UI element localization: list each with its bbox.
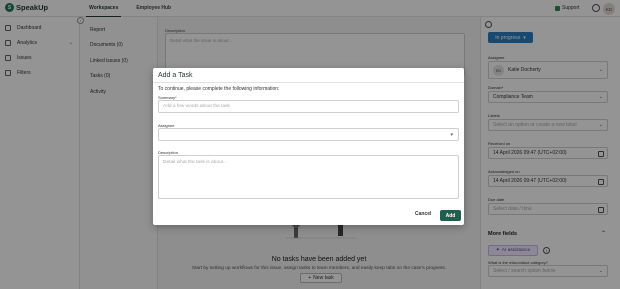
dialog-intro: To continue, please complete the followi…: [158, 86, 280, 92]
chevron-down-icon: ▾: [450, 131, 453, 138]
task-assignee-select[interactable]: ▾: [158, 128, 459, 141]
add-button[interactable]: Add: [440, 210, 461, 221]
dialog-title: Add a Task: [158, 72, 193, 79]
task-description-input[interactable]: Detail what the task is about...: [158, 155, 459, 199]
cancel-button[interactable]: Cancel: [415, 211, 431, 217]
summary-input[interactable]: Add a few words about the task: [158, 100, 459, 113]
divider: [153, 82, 464, 83]
add-task-dialog: Add a Task To continue, please complete …: [153, 68, 464, 225]
